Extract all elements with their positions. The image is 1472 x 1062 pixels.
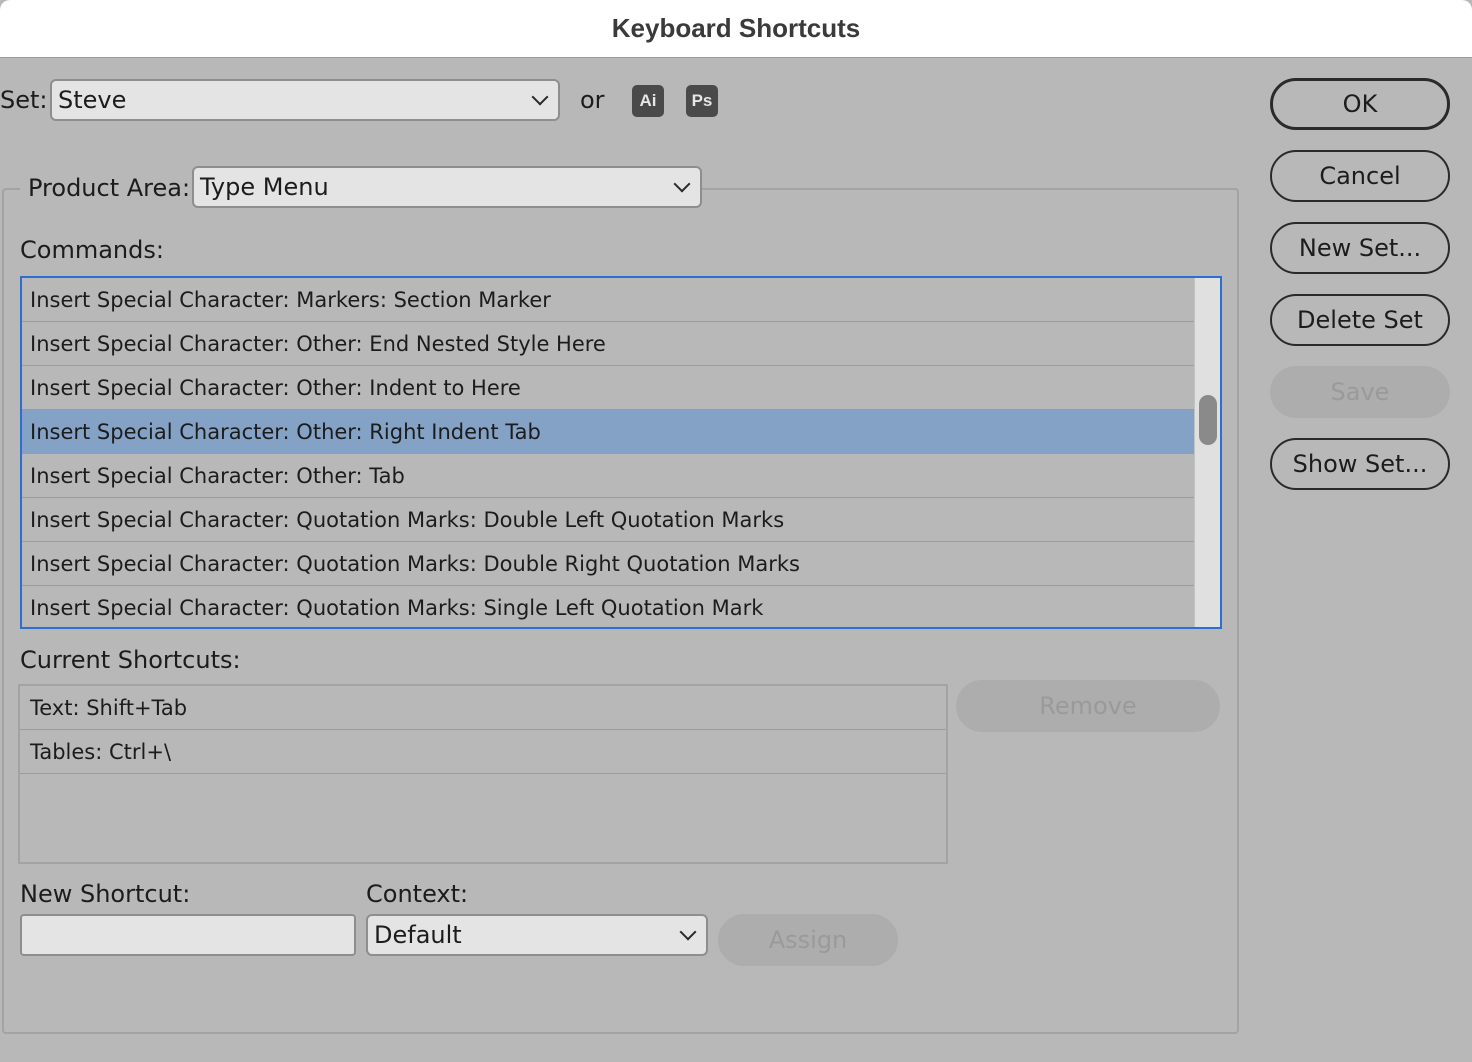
save-button[interactable]: Save bbox=[1270, 366, 1450, 418]
command-row[interactable]: Insert Special Character: Markers: Secti… bbox=[22, 278, 1196, 322]
command-row[interactable]: Insert Special Character: Other: Indent … bbox=[22, 366, 1196, 410]
new-set-button[interactable]: New Set... bbox=[1270, 222, 1450, 274]
commands-label: Commands: bbox=[20, 236, 164, 264]
scrollbar-thumb[interactable] bbox=[1199, 395, 1217, 445]
command-row[interactable]: Insert Special Character: Other: End Nes… bbox=[22, 322, 1196, 366]
shortcut-row[interactable]: Text: Shift+Tab bbox=[20, 686, 946, 730]
product-area-select[interactable]: Type Menu bbox=[192, 166, 702, 208]
title-bar: Keyboard Shortcuts bbox=[0, 0, 1472, 58]
new-shortcut-input[interactable] bbox=[20, 914, 356, 956]
shortcut-row[interactable]: Tables: Ctrl+\ bbox=[20, 730, 946, 774]
product-area-label: Product Area: bbox=[20, 174, 199, 202]
assign-button[interactable]: Assign bbox=[718, 914, 898, 966]
command-row[interactable]: Insert Special Character: Quotation Mark… bbox=[22, 586, 1196, 627]
chevron-down-icon bbox=[673, 175, 691, 193]
command-row[interactable]: Insert Special Character: Other: Tab bbox=[22, 454, 1196, 498]
command-row-selected[interactable]: Insert Special Character: Other: Right I… bbox=[22, 410, 1196, 454]
current-shortcuts-list[interactable]: Text: Shift+Tab Tables: Ctrl+\ bbox=[18, 684, 948, 864]
cancel-button[interactable]: Cancel bbox=[1270, 150, 1450, 202]
current-shortcuts-label: Current Shortcuts: bbox=[20, 646, 241, 674]
illustrator-icon[interactable]: Ai bbox=[632, 85, 664, 117]
remove-button[interactable]: Remove bbox=[956, 680, 1220, 732]
delete-set-button[interactable]: Delete Set bbox=[1270, 294, 1450, 346]
commands-list[interactable]: Insert Special Character: Markers: Secti… bbox=[20, 276, 1222, 629]
set-select[interactable]: Steve bbox=[50, 79, 560, 121]
commands-scrollbar[interactable] bbox=[1194, 278, 1220, 627]
context-select[interactable]: Default bbox=[366, 914, 708, 956]
or-label: or bbox=[580, 86, 605, 114]
command-row[interactable]: Insert Special Character: Quotation Mark… bbox=[22, 498, 1196, 542]
photoshop-icon[interactable]: Ps bbox=[686, 85, 718, 117]
set-select-value: Steve bbox=[58, 86, 127, 114]
context-select-value: Default bbox=[374, 921, 462, 949]
window-title: Keyboard Shortcuts bbox=[611, 13, 861, 43]
command-row[interactable]: Insert Special Character: Quotation Mark… bbox=[22, 542, 1196, 586]
new-shortcut-label: New Shortcut: bbox=[20, 880, 191, 908]
set-label: Set: bbox=[0, 86, 48, 114]
chevron-down-icon bbox=[679, 923, 697, 941]
context-label: Context: bbox=[366, 880, 469, 908]
chevron-down-icon bbox=[531, 88, 549, 106]
ok-button[interactable]: OK bbox=[1270, 78, 1450, 130]
show-set-button[interactable]: Show Set... bbox=[1270, 438, 1450, 490]
product-area-value: Type Menu bbox=[200, 173, 329, 201]
